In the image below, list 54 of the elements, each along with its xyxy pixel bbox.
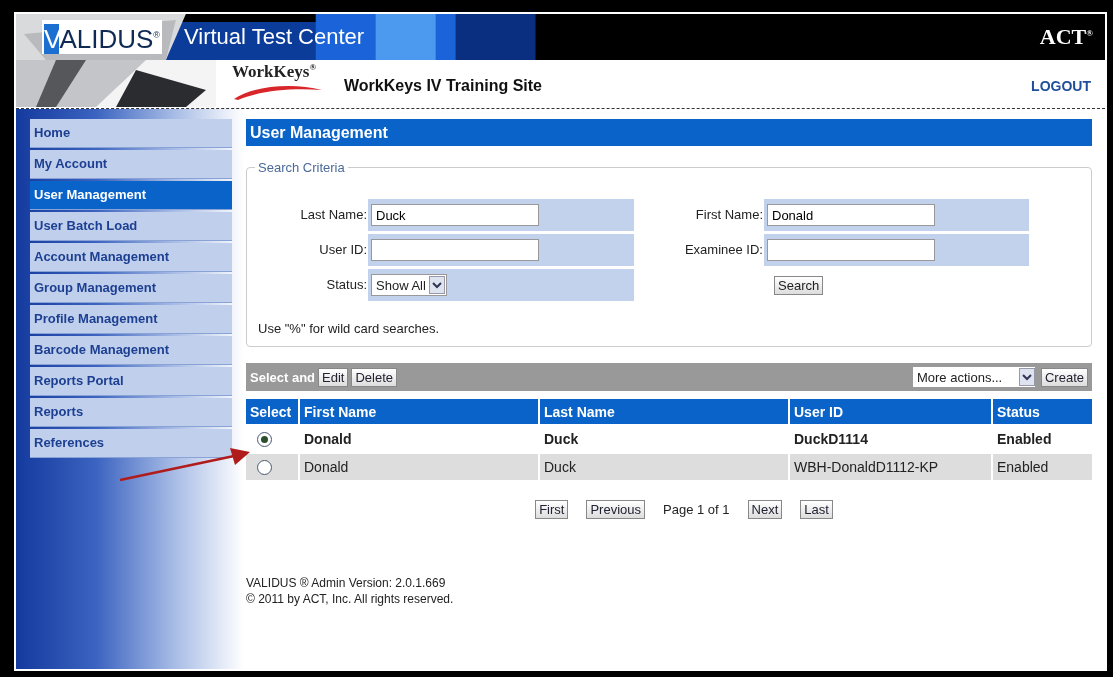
caret-icon[interactable] — [1018, 368, 1035, 386]
hint-text: Use "%" for wild card searches. — [258, 321, 441, 336]
sidebar-item[interactable]: Reports — [30, 398, 232, 427]
sidebar-item[interactable]: References — [30, 429, 232, 458]
sidebar-item[interactable]: Group Management — [30, 274, 232, 303]
table-cell: Donald — [300, 454, 538, 480]
sidebar-item[interactable]: Profile Management — [30, 305, 232, 334]
swoosh-icon — [234, 85, 322, 100]
input-field[interactable]: Donald — [767, 204, 935, 226]
sidebar-item[interactable]: User Batch Load — [30, 212, 232, 241]
action-button[interactable]: Edit — [318, 367, 349, 387]
sidebar-item[interactable]: User Management — [30, 181, 232, 210]
sidebar-item[interactable]: Account Management — [30, 243, 232, 272]
action-button[interactable]: Delete — [351, 367, 397, 387]
footer-text: VALIDUS ® Admin Version: 2.0.1.669 — [246, 575, 447, 591]
logout-link[interactable]: LOGOUT — [1031, 78, 1091, 94]
sidebar-item[interactable]: Barcode Management — [30, 336, 232, 365]
input-field[interactable] — [767, 239, 935, 261]
table-cell: WBH-DonaldD1112-KP — [790, 454, 991, 480]
radio-button[interactable] — [257, 431, 272, 447]
column-header: Select — [246, 399, 298, 424]
column-header: User ID — [790, 399, 991, 424]
sidebar-item[interactable]: Home — [30, 119, 232, 148]
field-label: User ID: — [318, 241, 368, 259]
sidebar-item[interactable]: My Account — [30, 150, 232, 179]
page-button[interactable]: Last — [800, 500, 833, 519]
radio-button[interactable] — [257, 459, 272, 475]
toolbar-label: Select and — [250, 369, 316, 385]
page-title: User Management — [246, 119, 1092, 146]
table-cell: Enabled — [993, 454, 1092, 480]
column-header: Status — [993, 399, 1092, 424]
section-legend: Search Criteria — [255, 160, 348, 175]
actions-dropdown[interactable]: More actions... — [912, 367, 1035, 387]
column-header: Last Name — [540, 399, 788, 424]
field-label: First Name: — [694, 206, 764, 224]
field-label: Last Name: — [299, 206, 368, 224]
page-button[interactable]: Previous — [586, 500, 645, 519]
column-header: First Name — [300, 399, 538, 424]
create-button[interactable]: Create — [1040, 367, 1088, 387]
field-label: Status: — [325, 276, 368, 294]
page-indicator: Page 1 of 1 — [663, 502, 730, 517]
table-cell: Duck — [540, 454, 788, 480]
footer-text: © 2011 by ACT, Inc. All rights reserved. — [246, 591, 455, 607]
site-title: WorkKeys IV Training Site — [344, 77, 542, 95]
search-button[interactable]: Search — [774, 275, 824, 295]
workkeys-logo: WorkKeys$^{®}$ — [232, 62, 318, 82]
page-button[interactable]: Next — [747, 500, 783, 519]
input-field[interactable] — [371, 239, 539, 261]
status-dropdown[interactable]: Show All — [371, 274, 447, 296]
sidebar-item[interactable]: Reports Portal — [30, 367, 232, 396]
field-label: Examinee ID: — [683, 241, 764, 259]
caret-icon[interactable] — [428, 276, 445, 294]
input-field[interactable]: Duck — [371, 204, 539, 226]
page-button[interactable]: First — [535, 500, 569, 519]
